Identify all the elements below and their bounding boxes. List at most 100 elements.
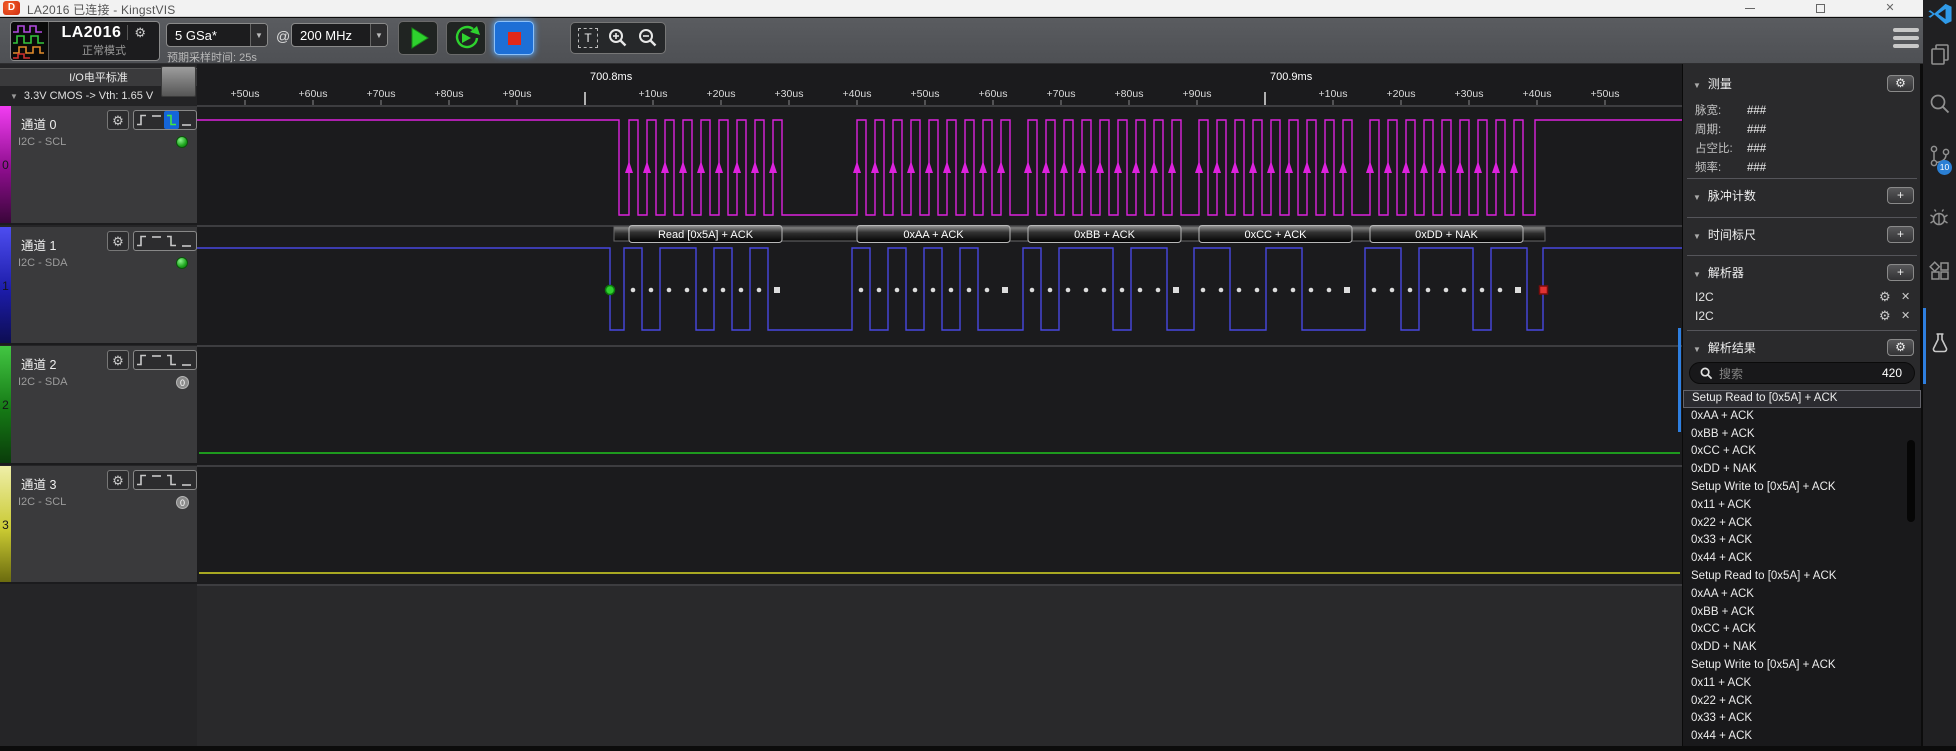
i2c-start-marker bbox=[606, 286, 615, 295]
result-item[interactable]: 0x22 + ACK bbox=[1683, 693, 1921, 711]
measure-section-header[interactable]: ▼测量 bbox=[1683, 74, 1921, 94]
channel-settings-gear-icon[interactable]: ⚙ bbox=[107, 231, 129, 251]
result-item[interactable]: 0x11 + ACK bbox=[1683, 497, 1921, 515]
trigger-button-group bbox=[133, 231, 197, 251]
trigger-high-level-icon[interactable] bbox=[149, 471, 164, 489]
trigger-low-level-icon[interactable] bbox=[179, 351, 194, 369]
add-decoder-button[interactable]: + bbox=[1887, 264, 1914, 281]
result-item[interactable]: 0xBB + ACK bbox=[1683, 604, 1921, 622]
sample-rate-select[interactable]: 5 GSa* ▼ bbox=[166, 23, 268, 47]
decode-results-section-header[interactable]: ▼解析结果 bbox=[1683, 338, 1921, 358]
result-item[interactable]: Setup Read to [0x5A] + ACK bbox=[1683, 390, 1921, 408]
add-time-ruler-button[interactable]: + bbox=[1887, 226, 1914, 243]
channel-block[interactable]: 0通道 0⚙I2C - SCL bbox=[0, 106, 197, 225]
measure-settings-gear-button[interactable]: ⚙ bbox=[1887, 75, 1914, 92]
zoom-in-button[interactable] bbox=[605, 26, 631, 50]
pulse-count-section-header[interactable]: ▼脉冲计数 bbox=[1683, 186, 1921, 206]
trigger-low-level-icon[interactable] bbox=[179, 111, 194, 129]
channel-settings-gear-icon[interactable]: ⚙ bbox=[107, 110, 129, 130]
extensions-icon[interactable] bbox=[1928, 260, 1952, 284]
testing-beaker-icon[interactable] bbox=[1928, 331, 1952, 355]
result-item[interactable]: 0x44 + ACK bbox=[1683, 550, 1921, 568]
trigger-falling-edge-icon[interactable] bbox=[164, 111, 179, 129]
sidebar-scrollbar[interactable] bbox=[161, 66, 196, 97]
chevron-down-icon: ▼ bbox=[1693, 81, 1701, 90]
decoders-section-header[interactable]: ▼解析器 bbox=[1683, 263, 1921, 283]
chevron-down-icon[interactable]: ▼ bbox=[250, 24, 267, 46]
maximize-button[interactable] bbox=[1803, 0, 1837, 17]
results-search-input[interactable]: 搜索 420 bbox=[1689, 362, 1915, 384]
result-item[interactable]: 0xDD + NAK bbox=[1683, 461, 1921, 479]
result-item[interactable]: 0x33 + ACK bbox=[1683, 532, 1921, 550]
channel-block[interactable]: 1通道 1⚙I2C - SDA bbox=[0, 227, 197, 345]
trigger-high-level-icon[interactable] bbox=[149, 232, 164, 250]
stop-icon bbox=[508, 32, 521, 45]
result-item[interactable]: 0xBB + ACK bbox=[1683, 426, 1921, 444]
window-title: LA2016 已连接 - KingstVIS bbox=[27, 1, 175, 18]
result-item[interactable]: 0xCC + ACK bbox=[1683, 443, 1921, 461]
search-icon[interactable] bbox=[1928, 92, 1952, 116]
waveform-scrollbar[interactable] bbox=[1678, 328, 1681, 432]
text-select-tool-button[interactable]: T bbox=[575, 26, 601, 50]
trigger-low-level-icon[interactable] bbox=[179, 471, 194, 489]
result-item[interactable]: 0x11 + ACK bbox=[1683, 675, 1921, 693]
add-pulse-count-button[interactable]: + bbox=[1887, 187, 1914, 204]
trigger-falling-edge-icon[interactable] bbox=[164, 351, 179, 369]
trigger-rising-edge-icon[interactable] bbox=[134, 232, 149, 250]
time-ruler-section-header[interactable]: ▼时间标尺 bbox=[1683, 225, 1921, 245]
result-item[interactable]: 0xCC + ACK bbox=[1683, 621, 1921, 639]
decoder-remove-icon[interactable]: ✕ bbox=[1901, 288, 1910, 306]
waveform-view[interactable]: +50us+60us+70us+80us+90us+10us+20us+30us… bbox=[197, 64, 1682, 746]
chevron-down-icon[interactable]: ▼ bbox=[370, 24, 387, 46]
device-settings-gear-icon[interactable]: ⚙ bbox=[127, 25, 146, 40]
decode-annotation: Read [0x5A] + ACK bbox=[658, 229, 754, 241]
results-settings-gear-button[interactable]: ⚙ bbox=[1887, 339, 1914, 356]
result-item[interactable]: 0xDD + NAK bbox=[1683, 639, 1921, 657]
toolbar: LA2016⚙ 正常模式 5 GSa* ▼ @ 200 MHz ▼ 预期采样时间… bbox=[0, 18, 1923, 64]
channel-block[interactable]: 2通道 2⚙I2C - SDA0 bbox=[0, 346, 197, 465]
result-item[interactable]: Setup Write to [0x5A] + ACK bbox=[1683, 657, 1921, 675]
run-debug-icon[interactable] bbox=[1928, 205, 1952, 229]
trigger-low-level-icon[interactable] bbox=[179, 232, 194, 250]
channel-name: 通道 1 bbox=[21, 235, 56, 254]
decoder-row[interactable]: I2C⚙✕ bbox=[1683, 307, 1921, 325]
loop-capture-button[interactable] bbox=[446, 21, 486, 55]
close-button[interactable]: ✕ bbox=[1873, 0, 1907, 17]
trigger-rising-edge-icon[interactable] bbox=[134, 111, 149, 129]
start-capture-button[interactable] bbox=[398, 21, 438, 55]
stop-capture-button[interactable] bbox=[494, 21, 534, 55]
decode-results-list[interactable]: Setup Read to [0x5A] + ACK0xAA + ACK0xBB… bbox=[1683, 390, 1921, 746]
device-widget[interactable]: LA2016⚙ 正常模式 bbox=[10, 21, 160, 61]
result-item[interactable]: 0x44 + ACK bbox=[1683, 728, 1921, 746]
minimize-button[interactable] bbox=[1733, 0, 1767, 17]
svg-text:+70us: +70us bbox=[1047, 88, 1076, 100]
decoder-settings-gear-icon[interactable]: ⚙ bbox=[1879, 288, 1891, 306]
result-item[interactable]: 0xAA + ACK bbox=[1683, 408, 1921, 426]
trigger-falling-edge-icon[interactable] bbox=[164, 471, 179, 489]
trigger-falling-edge-icon[interactable] bbox=[164, 232, 179, 250]
trigger-high-level-icon[interactable] bbox=[149, 111, 164, 129]
channel-settings-gear-icon[interactable]: ⚙ bbox=[107, 470, 129, 490]
result-item[interactable]: 0x33 + ACK bbox=[1683, 710, 1921, 728]
result-item[interactable]: 0x22 + ACK bbox=[1683, 515, 1921, 533]
decoder-row[interactable]: I2C⚙✕ bbox=[1683, 288, 1921, 306]
channel-active-led bbox=[176, 257, 188, 269]
decoder-settings-gear-icon[interactable]: ⚙ bbox=[1879, 307, 1891, 325]
trigger-rising-edge-icon[interactable] bbox=[134, 471, 149, 489]
channel-color-strip: 0 bbox=[0, 106, 11, 223]
channel-block[interactable]: 3通道 3⚙I2C - SCL0 bbox=[0, 466, 197, 584]
sample-frequency-select[interactable]: 200 MHz ▼ bbox=[291, 23, 388, 47]
trigger-high-level-icon[interactable] bbox=[149, 351, 164, 369]
zoom-out-button[interactable] bbox=[635, 26, 661, 50]
vscode-activity-bar: 10 bbox=[1923, 0, 1956, 746]
result-item[interactable]: 0xAA + ACK bbox=[1683, 586, 1921, 604]
decoder-remove-icon[interactable]: ✕ bbox=[1901, 307, 1910, 325]
channel-settings-gear-icon[interactable]: ⚙ bbox=[107, 350, 129, 370]
results-scrollbar[interactable] bbox=[1907, 440, 1915, 522]
result-item[interactable]: Setup Read to [0x5A] + ACK bbox=[1683, 568, 1921, 586]
explorer-files-icon[interactable] bbox=[1928, 42, 1952, 66]
menu-button[interactable] bbox=[1893, 28, 1919, 52]
result-item[interactable]: Setup Write to [0x5A] + ACK bbox=[1683, 479, 1921, 497]
svg-text:+20us: +20us bbox=[707, 88, 736, 100]
trigger-rising-edge-icon[interactable] bbox=[134, 351, 149, 369]
